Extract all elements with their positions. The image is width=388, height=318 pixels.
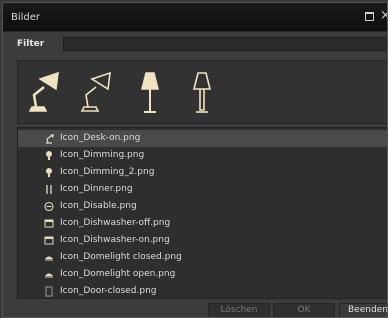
filter-row: Filter xyxy=(3,37,387,53)
file-row[interactable]: Icon_Disable.png xyxy=(18,198,387,215)
file-row[interactable]: Icon_Dinner.png xyxy=(18,181,387,198)
file-row[interactable]: Icon_Domelight open.png xyxy=(18,266,387,283)
bulb-icon xyxy=(46,151,52,160)
icon-preview-strip xyxy=(17,60,387,124)
file-row[interactable]: Icon_Desk-on.png xyxy=(18,130,387,147)
desk-lamp-icon xyxy=(46,134,54,144)
dishwasher-icon xyxy=(44,219,54,228)
desk-lamp-outline-icon[interactable] xyxy=(76,69,116,117)
file-name: Icon_Door-closed.png xyxy=(60,286,157,296)
file-list[interactable]: Icon_Desk-on.png Icon_Dimming.png Icon_Dim… xyxy=(17,127,387,299)
delete-button[interactable]: Löschen xyxy=(208,303,270,317)
file-name: Icon_Desk-on.png xyxy=(60,133,141,143)
door-icon xyxy=(45,286,53,297)
window-title: Bilder xyxy=(11,12,41,23)
image-picker-dialog: Bilder × Filter xyxy=(2,2,388,318)
file-row[interactable]: Icon_Dimming.png xyxy=(18,147,387,164)
close-icon[interactable]: × xyxy=(380,9,387,22)
filter-input[interactable] xyxy=(63,37,387,51)
file-row[interactable]: Icon_Dishwasher-off.png xyxy=(18,215,387,232)
file-name: Icon_Dishwasher-on.png xyxy=(60,235,170,245)
file-name: Icon_Dimming_2.png xyxy=(60,167,155,177)
bulb-icon xyxy=(46,168,52,177)
file-row[interactable]: Icon_Dishwasher-on.png xyxy=(18,232,387,249)
floor-lamp-icon[interactable] xyxy=(130,69,170,117)
title-bar[interactable]: Bilder × xyxy=(3,3,387,32)
dishwasher-icon xyxy=(44,236,54,245)
disable-icon xyxy=(44,201,54,212)
file-name: Icon_Dimming.png xyxy=(60,150,145,160)
file-name: Icon_Dishwasher-off.png xyxy=(60,218,171,228)
file-name: Icon_Disable.png xyxy=(60,201,137,211)
desk-lamp-icon[interactable] xyxy=(24,69,64,117)
file-name: Icon_Domelight open.png xyxy=(60,269,176,279)
file-row[interactable]: Icon_Door-closed.png xyxy=(18,283,387,298)
domelight-icon xyxy=(45,256,53,261)
quit-button[interactable]: Beenden xyxy=(339,303,387,317)
file-name: Icon_Dinner.png xyxy=(60,184,133,194)
ok-button[interactable]: OK xyxy=(273,303,335,317)
floor-lamp-outline-icon[interactable] xyxy=(182,69,222,117)
file-row[interactable]: Icon_Dimming_2.png xyxy=(18,164,387,181)
file-row[interactable]: Icon_Domelight closed.png xyxy=(18,249,387,266)
domelight-icon xyxy=(45,273,53,278)
filter-label: Filter xyxy=(17,39,45,49)
file-name: Icon_Domelight closed.png xyxy=(60,252,182,262)
cutlery-icon xyxy=(46,185,52,194)
maximize-icon[interactable] xyxy=(365,11,375,21)
